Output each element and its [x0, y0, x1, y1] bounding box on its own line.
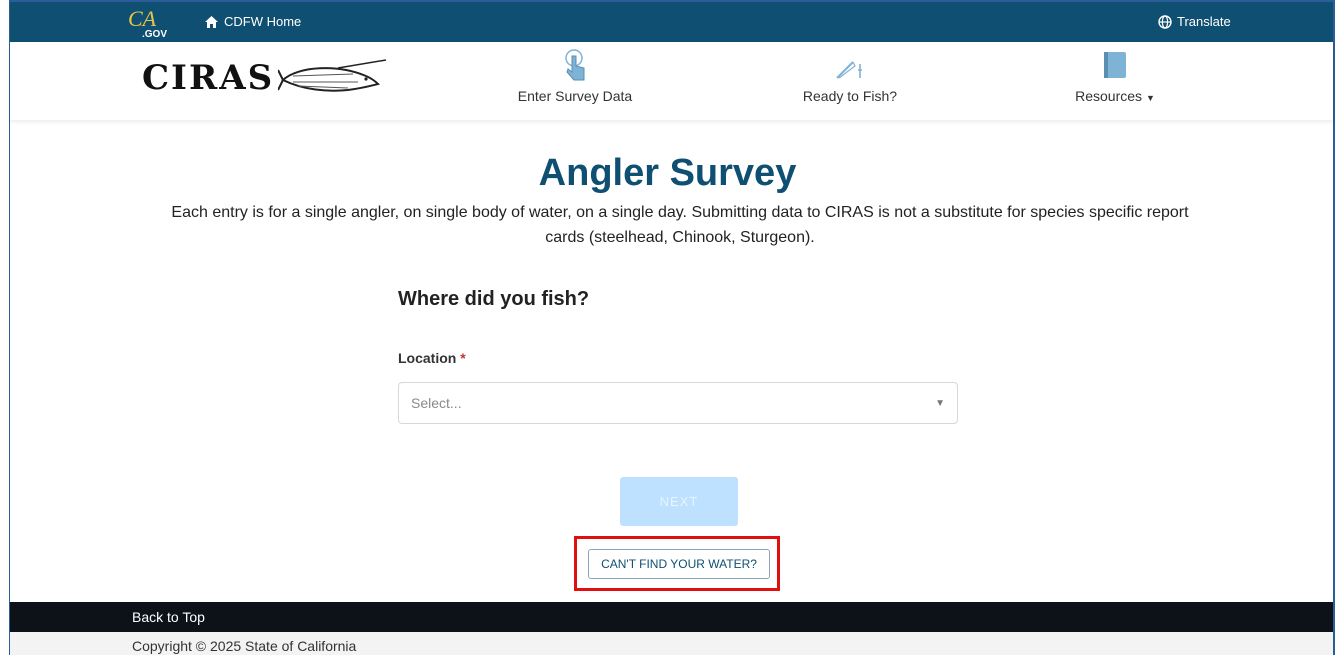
cdfw-home-link[interactable]: CDFW Home [205, 14, 301, 29]
top-utility-bar: CA .GOV CDFW Home Translate [10, 2, 1333, 42]
back-to-top-link[interactable]: Back to Top [132, 609, 205, 625]
fishing-rod-icon [836, 61, 862, 79]
brand-text: CIRAS [142, 58, 275, 98]
select-caret-icon: ▼ [935, 397, 945, 409]
pointer-hand-icon [565, 49, 585, 81]
nav-resources-label: Resources [1075, 88, 1143, 104]
translate-label: Translate [1177, 14, 1231, 29]
location-label-text: Location [398, 350, 457, 366]
nav-ready-to-fish[interactable]: Ready to Fish? [775, 48, 925, 104]
nav-enter-survey-data[interactable]: Enter Survey Data [500, 48, 650, 104]
nav-ready-label: Ready to Fish? [802, 88, 898, 104]
required-asterisk: * [460, 350, 466, 366]
location-form: Where did you fish? Location * Select...… [398, 288, 960, 424]
globe-icon [1158, 14, 1172, 29]
question-heading: Where did you fish? [398, 288, 590, 310]
caret-down-icon: ▼ [1145, 93, 1155, 103]
location-label: Location * [398, 350, 466, 366]
ca-gov-logo[interactable]: CA .GOV [128, 8, 168, 41]
next-button[interactable]: NEXT [620, 477, 738, 526]
home-link-label: CDFW Home [224, 14, 302, 29]
page-subtitle: Each entry is for a single angler, on si… [171, 204, 1189, 246]
copyright-bar: Copyright © 2025 State of California [10, 632, 1333, 655]
window-frame-left [0, 0, 10, 655]
copyright-text: Copyright © 2025 State of California [132, 638, 357, 654]
footer-bar: Back to Top [10, 602, 1333, 632]
fish-logo-icon [278, 59, 387, 92]
location-select-placeholder: Select... [411, 395, 462, 411]
home-icon [205, 15, 218, 28]
ciras-logo[interactable]: CIRAS [142, 58, 388, 98]
book-icon [1104, 52, 1126, 78]
page-title: Angler Survey [538, 152, 797, 194]
nav-survey-label: Enter Survey Data [517, 88, 633, 104]
location-select[interactable]: Select... ▼ [398, 382, 958, 424]
cant-find-water-button[interactable]: CAN'T FIND YOUR WATER? [588, 549, 770, 579]
nav-resources-dropdown[interactable]: Resources ▼ [1040, 48, 1190, 104]
translate-button[interactable]: Translate [1158, 14, 1231, 29]
main-navbar: CIRAS Enter Survey Data Ready to Fish? R… [10, 42, 1333, 120]
